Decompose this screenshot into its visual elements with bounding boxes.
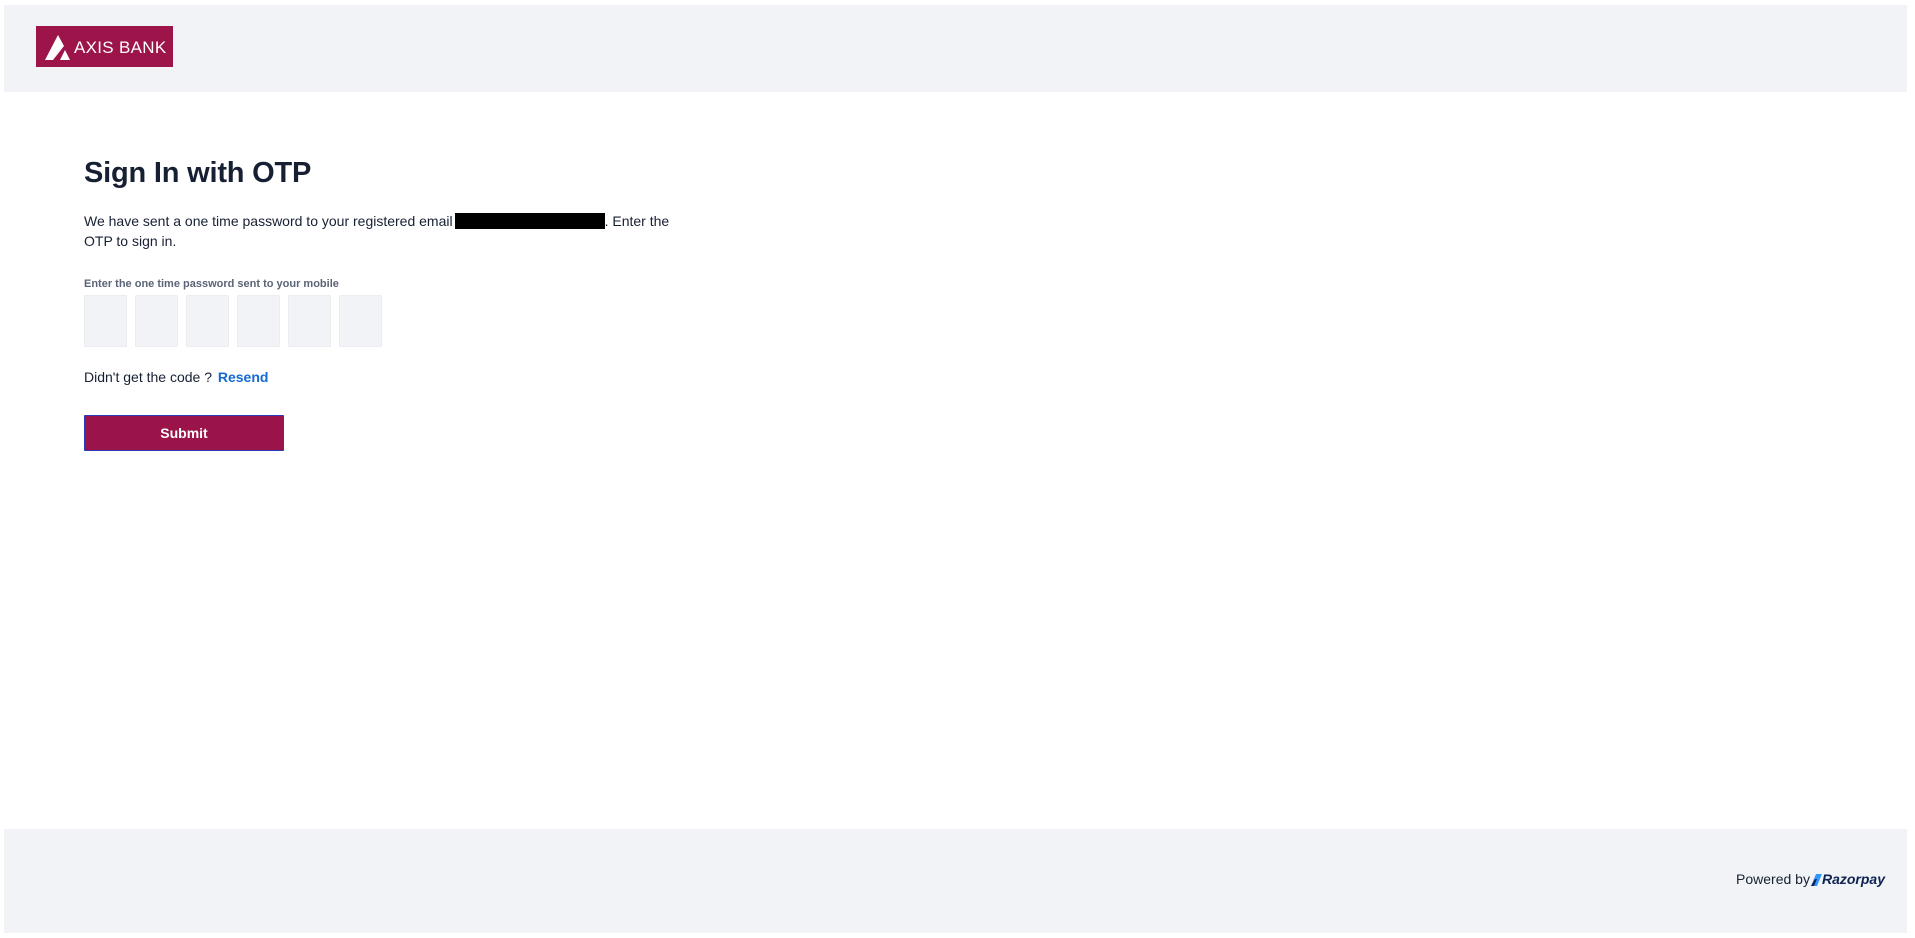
otp-description: We have sent a one time password to your… <box>84 211 674 251</box>
resend-link[interactable]: Resend <box>218 369 269 385</box>
razorpay-logo-icon <box>1810 873 1822 886</box>
powered-by: Powered by Razorpay <box>1736 871 1885 887</box>
axis-bank-logo-icon <box>42 33 72 61</box>
axis-bank-logo: AXIS BANK <box>36 26 173 67</box>
otp-label: Enter the one time password sent to your… <box>84 278 339 290</box>
otp-digit-3[interactable] <box>186 295 229 347</box>
otp-form: Sign In with OTP We have sent a one time… <box>84 155 684 451</box>
otp-input-group <box>84 295 684 347</box>
redacted-email <box>454 213 605 229</box>
razorpay-wordmark: Razorpay <box>1821 871 1885 887</box>
page-header: AXIS BANK <box>4 5 1907 92</box>
description-start: We have sent a one time password to your… <box>84 213 453 229</box>
otp-digit-4[interactable] <box>237 295 280 347</box>
otp-digit-2[interactable] <box>135 295 178 347</box>
otp-sign-in-page: AXIS BANK Sign In with OTP We have sent … <box>0 0 1915 938</box>
resend-prompt: Didn't get the code ? <box>84 369 212 385</box>
powered-by-label: Powered by <box>1736 871 1810 887</box>
page-title: Sign In with OTP <box>84 157 312 189</box>
otp-digit-1[interactable] <box>84 295 127 347</box>
otp-digit-6[interactable] <box>339 295 382 347</box>
submit-button[interactable]: Submit <box>84 415 284 451</box>
page-footer: Powered by Razorpay <box>4 829 1907 933</box>
axis-bank-logo-text: AXIS BANK <box>74 37 167 57</box>
resend-row: Didn't get the code ? Resend <box>84 368 684 386</box>
otp-digit-5[interactable] <box>288 295 331 347</box>
